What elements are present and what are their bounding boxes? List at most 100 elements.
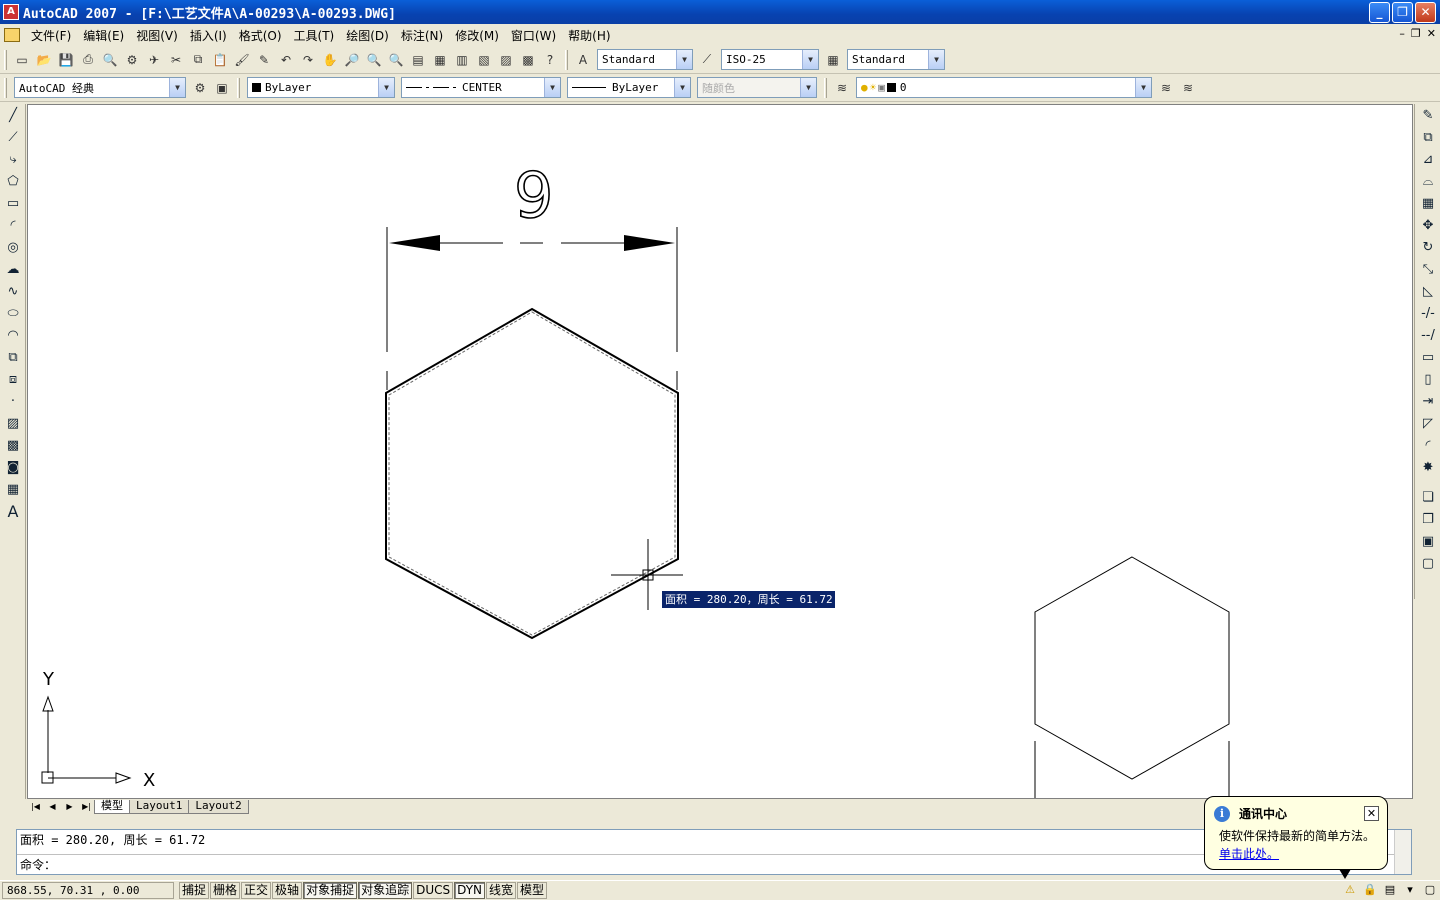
linetype-select[interactable]: CENTER ▼	[401, 77, 561, 98]
menu-help[interactable]: 帮助(H)	[563, 27, 615, 44]
rotate-icon[interactable]: ↻	[1417, 236, 1439, 258]
dimension-9[interactable]: 9	[386, 158, 678, 390]
second-hexagon[interactable]	[1034, 556, 1230, 799]
menu-modify[interactable]: 修改(M)	[450, 27, 504, 44]
sheet-set-icon[interactable]: ▧	[474, 50, 494, 70]
balloon-close-icon[interactable]: ✕	[1364, 806, 1379, 821]
draworder-front-icon[interactable]: ❏	[1417, 486, 1439, 508]
toolbar-grip[interactable]	[4, 77, 7, 98]
toolbar-grip[interactable]	[824, 77, 827, 98]
make-layer-current-icon[interactable]: ≋	[1156, 78, 1176, 98]
close-button[interactable]: ✕	[1415, 2, 1436, 23]
insert-block-icon[interactable]: ⧉	[2, 346, 24, 368]
publish-icon[interactable]: ⚙	[122, 50, 142, 70]
break-icon[interactable]: ▯	[1417, 368, 1439, 390]
undo-icon[interactable]: ↶	[276, 50, 296, 70]
ellipse-arc-icon[interactable]: ◠	[2, 324, 24, 346]
draworder-above-icon[interactable]: ▣	[1417, 530, 1439, 552]
help-icon[interactable]: ?	[540, 50, 560, 70]
extend-icon[interactable]: --/	[1417, 324, 1439, 346]
menu-insert[interactable]: 插入(I)	[185, 27, 232, 44]
print-icon[interactable]: ⎙	[78, 50, 98, 70]
workspace-settings-icon[interactable]: ⚙	[190, 78, 210, 98]
text-style-icon[interactable]: A	[573, 50, 593, 70]
array-icon[interactable]: ▦	[1417, 192, 1439, 214]
chevron-down-icon[interactable]: ▼	[544, 78, 560, 97]
dim-style-icon[interactable]: ⟋	[697, 50, 717, 70]
layer-previous-icon[interactable]: ≋	[1178, 78, 1198, 98]
doc-minimize-button[interactable]: –	[1399, 27, 1405, 40]
design-center-icon[interactable]: ▦	[430, 50, 450, 70]
table-style-select[interactable]: Standard ▼	[847, 49, 945, 70]
polar-toggle[interactable]: 极轴	[272, 882, 303, 899]
cut-icon[interactable]: ✂	[166, 50, 186, 70]
lineweight-toggle[interactable]: 线宽	[486, 882, 517, 899]
mirror-icon[interactable]: ⊿	[1417, 148, 1439, 170]
otrack-toggle[interactable]: 对象追踪	[358, 882, 413, 899]
chevron-down-icon[interactable]: ▼	[1135, 78, 1151, 97]
fillet-icon[interactable]: ◜	[1417, 434, 1439, 456]
properties-icon[interactable]: ▤	[408, 50, 428, 70]
print-preview-icon[interactable]: 🔍	[100, 50, 120, 70]
match-properties-icon[interactable]: 🖌	[232, 50, 252, 70]
command-box[interactable]: 面积 = 280.20, 周长 = 61.72 命令：	[16, 829, 1412, 875]
menu-format[interactable]: 格式(O)	[234, 27, 287, 44]
workspace-save-icon[interactable]: ▣	[212, 78, 232, 98]
chevron-down-icon[interactable]: ▼	[676, 50, 692, 69]
workspace-select[interactable]: AutoCAD 经典 ▼	[14, 77, 186, 98]
menu-file[interactable]: 文件(F)	[26, 27, 76, 44]
dyn-toggle[interactable]: DYN	[454, 882, 486, 899]
menu-dimension[interactable]: 标注(N)	[396, 27, 448, 44]
menu-window[interactable]: 窗口(W)	[506, 27, 561, 44]
zoom-window-icon[interactable]: 🔍	[364, 50, 384, 70]
copy-object-icon[interactable]: ⧉	[1417, 126, 1439, 148]
layer-manager-icon[interactable]: ≋	[832, 78, 852, 98]
dim-style-select[interactable]: ISO-25 ▼	[721, 49, 819, 70]
grid-toggle[interactable]: 栅格	[210, 882, 241, 899]
doc-close-button[interactable]: ✕	[1427, 27, 1436, 40]
draworder-under-icon[interactable]: ▢	[1417, 552, 1439, 574]
ducs-toggle[interactable]: DUCS	[413, 882, 454, 899]
multiline-text-icon[interactable]: A	[2, 500, 24, 522]
block-editor-icon[interactable]: ✎	[254, 50, 274, 70]
table-icon[interactable]: ▦	[2, 478, 24, 500]
point-icon[interactable]: ·	[2, 390, 24, 412]
arc-icon[interactable]: ◜	[2, 214, 24, 236]
clean-screen-icon[interactable]: ▢	[1422, 882, 1438, 898]
autocad-app-icon[interactable]: A	[3, 4, 19, 20]
scale-icon[interactable]: ⤡	[1417, 258, 1439, 280]
stretch-icon[interactable]: ◺	[1417, 280, 1439, 302]
status-menu-icon[interactable]: ▾	[1402, 882, 1418, 898]
draworder-back-icon[interactable]: ❐	[1417, 508, 1439, 530]
hatch-icon[interactable]: ▨	[2, 412, 24, 434]
command-prompt[interactable]: 命令：	[20, 857, 56, 873]
chevron-down-icon[interactable]: ▼	[928, 50, 944, 69]
tab-model[interactable]: 模型	[94, 800, 130, 814]
join-icon[interactable]: ⇥	[1417, 390, 1439, 412]
gradient-icon[interactable]: ▩	[2, 434, 24, 456]
menu-draw[interactable]: 绘图(D)	[341, 27, 394, 44]
table-style-icon[interactable]: ▦	[823, 50, 843, 70]
rectangle-icon[interactable]: ▭	[2, 192, 24, 214]
markup-icon[interactable]: ▨	[496, 50, 516, 70]
zoom-previous-icon[interactable]: 🔍	[386, 50, 406, 70]
copy-icon[interactable]: ⧉	[188, 50, 208, 70]
document-icon[interactable]	[4, 28, 20, 42]
circle-icon[interactable]: ◎	[2, 236, 24, 258]
doc-restore-button[interactable]: ❐	[1411, 27, 1421, 40]
minimize-button[interactable]: _	[1369, 2, 1390, 23]
chevron-down-icon[interactable]: ▼	[169, 78, 185, 97]
make-block-icon[interactable]: ⧈	[2, 368, 24, 390]
calculator-icon[interactable]: ▩	[518, 50, 538, 70]
menu-tools[interactable]: 工具(T)	[289, 27, 340, 44]
pan-icon[interactable]: ✋	[320, 50, 340, 70]
restore-button[interactable]: ❐	[1392, 2, 1413, 23]
coordinate-readout[interactable]: 868.55, 70.31 , 0.00	[2, 882, 174, 899]
redo-icon[interactable]: ↷	[298, 50, 318, 70]
color-select[interactable]: ByLayer ▼	[247, 77, 395, 98]
last-tab-icon[interactable]: ▶|	[78, 800, 95, 814]
prev-tab-icon[interactable]: ◀	[44, 800, 61, 814]
zoom-realtime-icon[interactable]: 🔎	[342, 50, 362, 70]
etransmit-icon[interactable]: ✈	[144, 50, 164, 70]
region-icon[interactable]: ◙	[2, 456, 24, 478]
